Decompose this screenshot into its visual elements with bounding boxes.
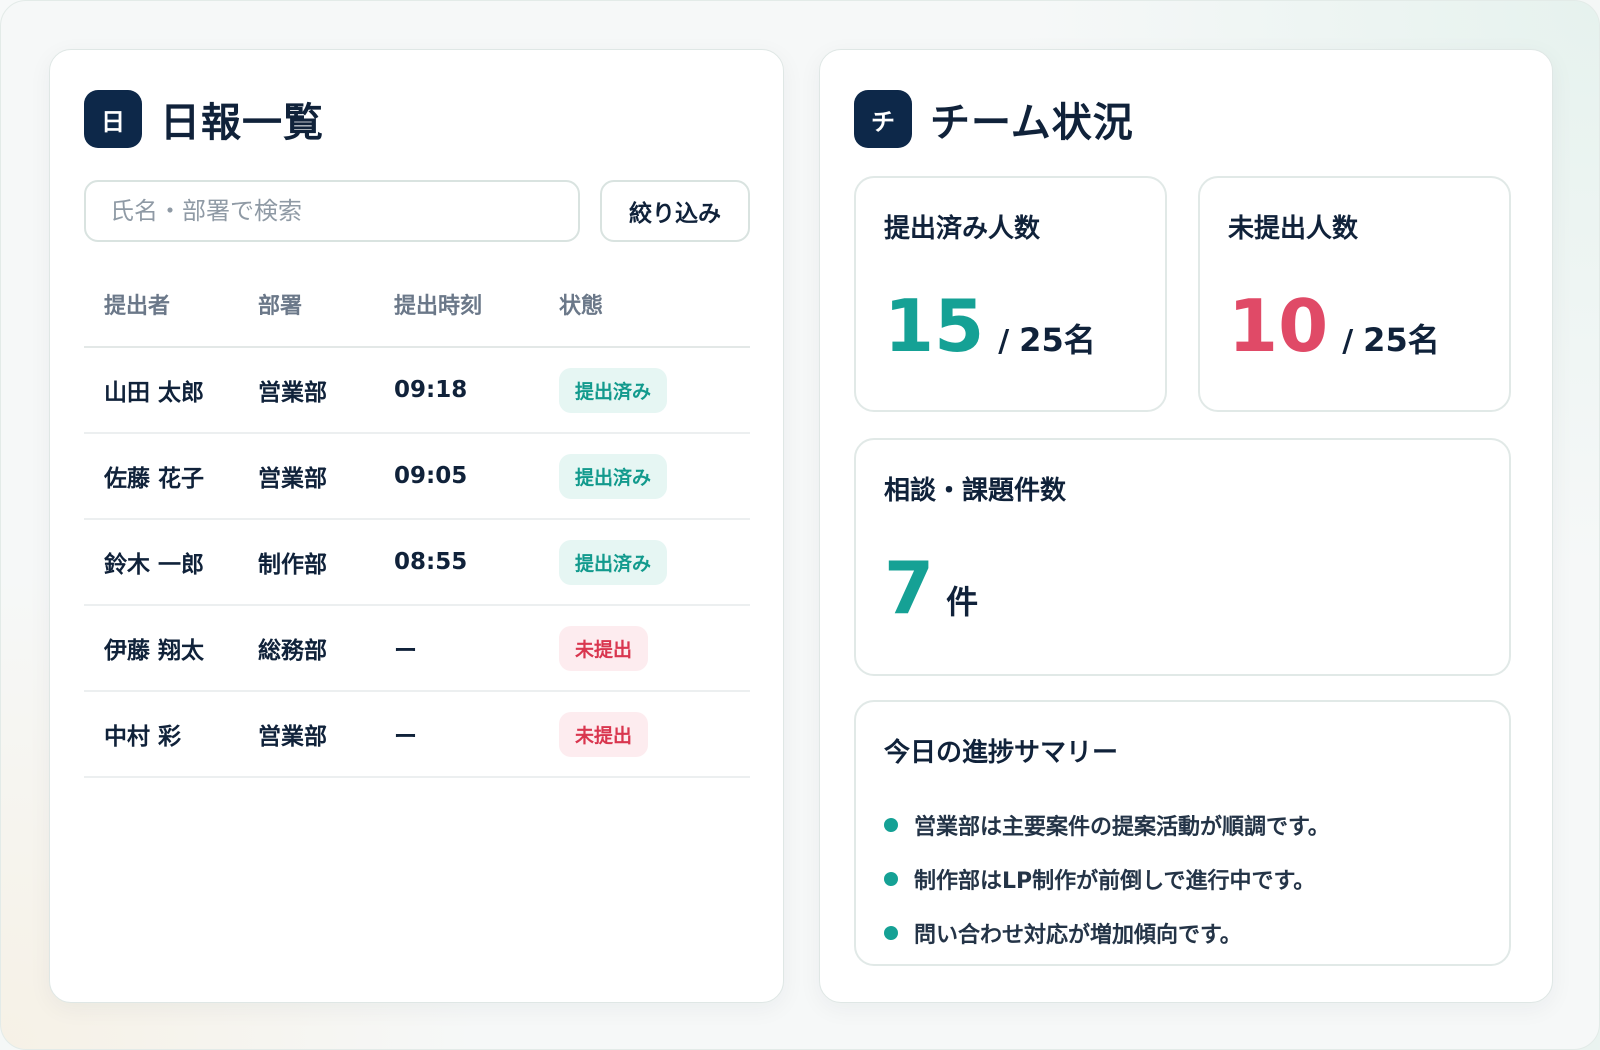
status-badge: 提出済み	[559, 367, 668, 413]
team-status-panel: チ チーム状況 提出済み人数 15 / 25名 未提出人数 10 / 25名 相…	[819, 49, 1553, 1003]
team-status-header: チ チーム状況	[854, 90, 1134, 148]
bullet-dot-icon	[884, 926, 898, 940]
report-list-title: 日報一覧	[160, 100, 324, 146]
table-header: 提出者 部署 提出時刻 状態	[84, 262, 750, 348]
cell-department: 総務部	[258, 638, 327, 664]
column-header-submitter: 提出者	[104, 294, 171, 319]
submitted-count-value: 15	[884, 284, 985, 368]
cell-department: 営業部	[258, 466, 327, 492]
cell-name: 鈴木 一郎	[104, 552, 205, 578]
cell-time: 08:55	[394, 549, 468, 575]
cell-time: 09:18	[394, 377, 468, 403]
team-icon: チ	[854, 90, 912, 148]
cell-name: 佐藤 花子	[104, 466, 205, 492]
progress-summary-title: 今日の進捗サマリー	[884, 738, 1119, 768]
table-row[interactable]: 鈴木 一郎 制作部 08:55 提出済み	[84, 520, 750, 606]
table-row[interactable]: 佐藤 花子 営業部 09:05 提出済み	[84, 434, 750, 520]
progress-summary-list: 営業部は主要案件の提案活動が順調です。 制作部はLP制作が前倒しで進行中です。 …	[884, 798, 1330, 960]
submitted-count-stat: 15 / 25名	[884, 290, 1096, 362]
report-table: 提出者 部署 提出時刻 状態 山田 太郎 営業部 09:18 提出済み 佐藤 花…	[84, 262, 750, 778]
cell-time: 09:05	[394, 463, 468, 489]
table-row[interactable]: 伊藤 翔太 総務部 ー 未提出	[84, 606, 750, 692]
unsubmitted-count-label: 未提出人数	[1228, 214, 1359, 244]
table-row[interactable]: 山田 太郎 営業部 09:18 提出済み	[84, 348, 750, 434]
cell-department: 営業部	[258, 724, 327, 750]
report-icon: 日	[84, 90, 142, 148]
column-header-time: 提出時刻	[394, 294, 483, 319]
cell-name: 伊藤 翔太	[104, 638, 205, 664]
column-header-department: 部署	[258, 294, 303, 319]
submitted-count-slash: /	[998, 324, 1010, 359]
status-badge: 提出済み	[559, 453, 668, 499]
list-item: 問い合わせ対応が増加傾向です。	[884, 906, 1330, 960]
bullet-dot-icon	[884, 818, 898, 832]
cell-time: ー	[394, 724, 417, 750]
cell-time: ー	[394, 638, 417, 664]
app-frame: 日 日報一覧 絞り込み 提出者 部署 提出時刻 状態 山田 太郎 営業部 09:…	[0, 0, 1600, 1050]
list-item: 営業部は主要案件の提案活動が順調です。	[884, 798, 1330, 852]
status-badge: 提出済み	[559, 539, 668, 585]
report-list-panel: 日 日報一覧 絞り込み 提出者 部署 提出時刻 状態 山田 太郎 営業部 09:…	[49, 49, 784, 1003]
submitted-count-total: 25名	[1019, 321, 1096, 359]
team-status-title: チーム状況	[930, 100, 1134, 146]
cell-department: 営業部	[258, 380, 327, 406]
unsubmitted-count-slash: /	[1342, 324, 1354, 359]
status-badge: 未提出	[559, 625, 649, 671]
column-header-status: 状態	[559, 294, 604, 319]
bullet-dot-icon	[884, 872, 898, 886]
issues-count-stat: 7 件	[884, 552, 978, 624]
cell-name: 山田 太郎	[104, 380, 205, 406]
unsubmitted-count-value: 10	[1228, 284, 1329, 368]
issues-count-label: 相談・課題件数	[884, 476, 1067, 506]
list-item: 制作部はLP制作が前倒しで進行中です。	[884, 852, 1330, 906]
unsubmitted-count-total: 25名	[1363, 321, 1440, 359]
cell-department: 制作部	[258, 552, 327, 578]
cell-name: 中村 彩	[104, 724, 182, 750]
table-row[interactable]: 中村 彩 営業部 ー 未提出	[84, 692, 750, 778]
progress-summary-card: 今日の進捗サマリー 営業部は主要案件の提案活動が順調です。 制作部はLP制作が前…	[854, 700, 1511, 966]
search-input[interactable]	[84, 180, 580, 242]
unsubmitted-count-card: 未提出人数 10 / 25名	[1198, 176, 1511, 412]
submitted-count-card: 提出済み人数 15 / 25名	[854, 176, 1167, 412]
issues-count-unit: 件	[946, 583, 979, 621]
issues-count-value: 7	[884, 546, 935, 630]
issues-count-card: 相談・課題件数 7 件	[854, 438, 1511, 676]
submitted-count-label: 提出済み人数	[884, 214, 1041, 244]
status-badge: 未提出	[559, 711, 649, 757]
unsubmitted-count-stat: 10 / 25名	[1228, 290, 1440, 362]
filter-button[interactable]: 絞り込み	[600, 180, 750, 242]
report-list-header: 日 日報一覧	[84, 90, 324, 148]
